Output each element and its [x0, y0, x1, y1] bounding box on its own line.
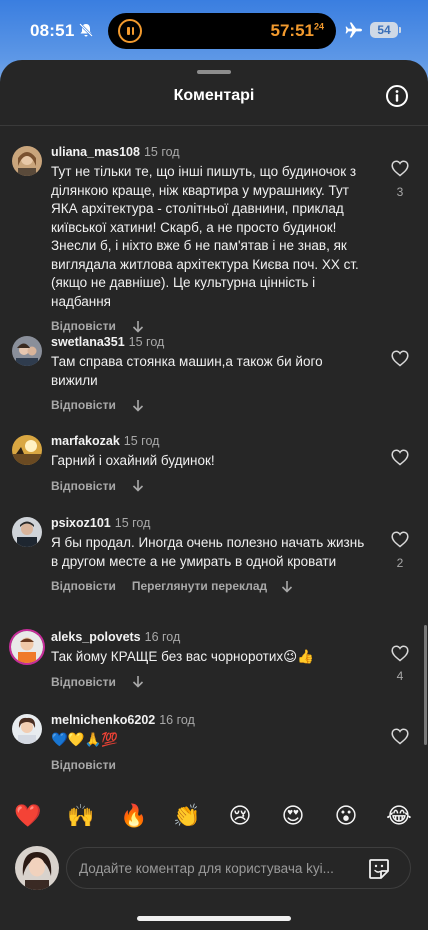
reply-button[interactable]: Відповісти: [51, 758, 116, 772]
timer-readout: 57:5124: [270, 21, 325, 40]
emoji-raised-hands[interactable]: 🙌: [65, 797, 97, 837]
emoji-heart-eyes[interactable]: 😍: [277, 797, 309, 837]
heart-icon[interactable]: [391, 728, 409, 745]
emoji-fire[interactable]: 🔥: [118, 797, 150, 837]
comment-text: 💙💛🙏💯: [51, 732, 119, 748]
arrow-down-icon[interactable]: [132, 479, 144, 492]
emoji-clap[interactable]: 👏: [171, 797, 203, 837]
arrow-down-icon[interactable]: [132, 399, 144, 412]
emoji-crying[interactable]: 😢: [224, 797, 256, 837]
comment-time: 16 год: [144, 630, 181, 644]
emoji-laughing[interactable]: 😂: [383, 797, 415, 837]
heart-icon[interactable]: [391, 531, 409, 548]
home-indicator[interactable]: [137, 916, 291, 921]
heart-icon[interactable]: [391, 645, 409, 662]
scrollbar-thumb[interactable]: [424, 625, 427, 745]
comment-time: 15 год: [123, 434, 160, 448]
avatar[interactable]: [12, 714, 42, 744]
emoji-heart[interactable]: ❤️: [12, 797, 44, 837]
sheet-grabber[interactable]: [197, 70, 231, 74]
header-divider: [0, 125, 428, 126]
pause-icon: [127, 27, 134, 35]
heart-icon[interactable]: [391, 350, 409, 367]
comment-text: Тут не тільки те, що інші пишуть, що буд…: [51, 164, 359, 309]
arrow-down-icon[interactable]: [281, 580, 293, 593]
status-bar: 08:51 57:5124 54: [0, 0, 428, 62]
bell-slash-icon: [79, 23, 93, 37]
see-translation-button[interactable]: Переглянути переклад: [132, 579, 267, 593]
airplane-icon: [345, 22, 362, 38]
reply-button[interactable]: Відповісти: [51, 579, 116, 593]
arrow-down-icon[interactable]: [132, 675, 144, 688]
avatar[interactable]: [12, 517, 42, 547]
timer-ring: [118, 19, 142, 43]
comment-username[interactable]: psixoz101: [51, 516, 111, 530]
arrow-down-icon[interactable]: [132, 320, 144, 333]
avatar[interactable]: [12, 146, 42, 176]
emoji-surprised[interactable]: 😮: [330, 797, 362, 837]
comment-username[interactable]: marfakozak: [51, 434, 120, 448]
comment-username[interactable]: melnichenko6202: [51, 713, 155, 727]
comment-text: Я бы продал. Иногда очень полезно начать…: [51, 535, 365, 569]
battery-indicator: 54: [370, 22, 401, 38]
comments-sheet: Коментарі uliana_mas108 15 год Тут не тіл…: [0, 60, 428, 930]
emoji-quick-bar: ❤️ 🙌 🔥 👏 😢 😍 😮 😂: [0, 797, 428, 837]
heart-icon[interactable]: [391, 160, 409, 177]
comment-username[interactable]: swetlana351: [51, 335, 125, 349]
avatar[interactable]: [12, 435, 42, 465]
reply-button[interactable]: Відповісти: [51, 398, 116, 412]
reply-button[interactable]: Відповісти: [51, 319, 116, 333]
like-count: 4: [396, 669, 404, 683]
comment-time: 16 год: [159, 713, 195, 727]
reply-button[interactable]: Відповісти: [51, 479, 116, 493]
comment-text: Так йому КРАЩЕ без вас чорноротих😉👍: [51, 649, 315, 664]
comment-username[interactable]: uliana_mas108: [51, 145, 140, 159]
sheet-title: Коментарі: [173, 87, 255, 104]
avatar[interactable]: [9, 629, 45, 665]
info-icon[interactable]: [385, 84, 409, 108]
like-count: 2: [396, 556, 404, 570]
reply-button[interactable]: Відповісти: [51, 675, 116, 689]
comment-time: 15 год: [114, 516, 151, 530]
status-time: 08:51: [30, 21, 75, 40]
comment-input[interactable]: [79, 848, 359, 888]
like-count: 3: [396, 185, 404, 199]
comment-time: 15 год: [128, 335, 165, 349]
comment-text: Гарний і охайний будинок!: [51, 453, 215, 468]
comment-input-box[interactable]: [66, 847, 411, 889]
sticker-icon[interactable]: [367, 857, 391, 881]
dynamic-island[interactable]: 57:5124: [108, 13, 336, 49]
my-avatar[interactable]: [15, 846, 59, 890]
comment-time: 15 год: [143, 145, 180, 159]
comment-text: Там справа стоянка машин,а також би його…: [51, 354, 323, 388]
heart-icon[interactable]: [391, 449, 409, 466]
avatar[interactable]: [12, 336, 42, 366]
comment-username[interactable]: aleks_polovets: [51, 630, 141, 644]
comment-composer: [0, 842, 428, 902]
